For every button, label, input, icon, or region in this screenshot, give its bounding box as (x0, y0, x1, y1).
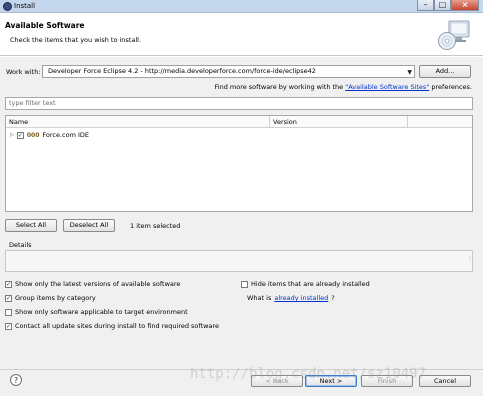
what-is-prefix: What is (247, 294, 272, 302)
filter-input[interactable]: type filter text (5, 97, 473, 110)
add-site-button[interactable]: Add... (419, 65, 471, 78)
contact-sites-checkbox[interactable]: ✓ (5, 322, 12, 330)
maximize-icon[interactable]: □ (434, 0, 451, 11)
option-latest-versions[interactable]: ✓ Show only the latest versions of avail… (5, 280, 180, 288)
window-titlebar: Install – □ × (0, 0, 483, 13)
available-software-sites-link[interactable]: "Available Software Sites" (345, 83, 429, 91)
software-table: Name Version ▷ ✓ 000 Force.com IDE (5, 115, 473, 212)
cancel-button[interactable]: Cancel (419, 375, 471, 387)
category-icon: 000 (26, 131, 40, 139)
window-controls: – □ × (417, 0, 479, 12)
column-header-version[interactable]: Version (270, 116, 408, 128)
details-area (5, 250, 473, 272)
option-hide-installed[interactable]: Hide items that are already installed (241, 280, 370, 288)
install-cd-icon (438, 20, 470, 50)
selection-status: 1 item selected (130, 222, 181, 230)
option-contact-sites[interactable]: ✓ Contact all update sites during instal… (5, 322, 219, 330)
hide-installed-checkbox[interactable] (241, 280, 248, 288)
option-applicable-only[interactable]: Show only software applicable to target … (5, 308, 188, 316)
find-more-suffix: preferences. (429, 83, 472, 91)
help-icon[interactable]: ? (10, 374, 22, 386)
work-with-label: Work with: (6, 68, 41, 76)
applicable-only-label: Show only software applicable to target … (15, 308, 188, 316)
page-title: Available Software (5, 21, 85, 30)
group-by-category-label: Group items by category (15, 294, 96, 302)
wizard-header (0, 13, 483, 56)
select-all-button[interactable]: Select All (5, 219, 57, 232)
eclipse-icon (3, 2, 12, 11)
minimize-icon[interactable]: – (417, 0, 434, 11)
option-group-by-category[interactable]: ✓ Group items by category (5, 294, 96, 302)
expand-triangle-icon[interactable]: ▷ (10, 132, 14, 138)
deselect-all-label: Deselect All (69, 221, 109, 229)
page-description: Check the items that you wish to install… (10, 36, 142, 44)
window-title: Install (14, 2, 36, 10)
already-installed-link[interactable]: already installed (274, 294, 328, 302)
table-row[interactable]: ▷ ✓ 000 Force.com IDE (10, 130, 89, 140)
finish-button[interactable]: Finish (361, 375, 413, 387)
what-is-suffix: ? (331, 294, 335, 302)
details-scroll-grip[interactable]: ⋮ (467, 255, 473, 262)
work-with-combo[interactable]: Developer Force Eclipse 4.2 - http://med… (42, 65, 415, 78)
what-is-installed-text: What is already installed? (247, 294, 335, 302)
work-with-value: Developer Force Eclipse 4.2 - http://med… (48, 67, 316, 75)
latest-versions-checkbox[interactable]: ✓ (5, 280, 12, 288)
select-all-label: Select All (15, 221, 47, 229)
deselect-all-button[interactable]: Deselect All (63, 219, 115, 232)
group-by-category-checkbox[interactable]: ✓ (5, 294, 12, 302)
column-header-filler (408, 116, 472, 128)
find-more-prefix: Find more software by working with the (214, 83, 346, 91)
close-icon[interactable]: × (451, 0, 479, 11)
applicable-only-checkbox[interactable] (5, 308, 12, 316)
row-checkbox[interactable]: ✓ (16, 131, 24, 139)
back-button[interactable]: < Back (251, 375, 303, 387)
footer-separator (0, 369, 483, 370)
details-label: Details (9, 241, 32, 249)
hide-installed-label: Hide items that are already installed (251, 280, 370, 288)
find-more-text: Find more software by working with the "… (215, 83, 473, 91)
row-name: Force.com IDE (42, 131, 90, 139)
contact-sites-label: Contact all update sites during install … (15, 322, 219, 330)
chevron-down-icon[interactable]: ▼ (407, 67, 412, 78)
latest-versions-label: Show only the latest versions of availab… (15, 280, 181, 288)
column-header-name[interactable]: Name (6, 116, 270, 128)
next-button[interactable]: Next > (305, 375, 357, 387)
